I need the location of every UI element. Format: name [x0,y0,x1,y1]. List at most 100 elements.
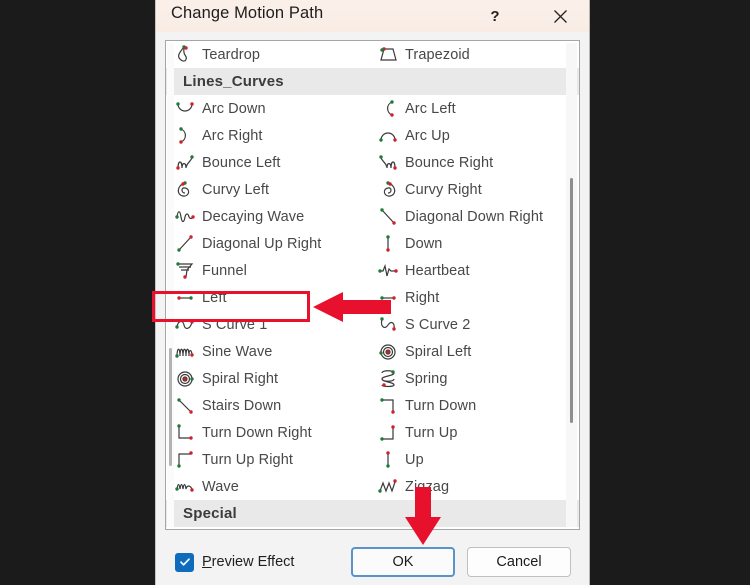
motion-path-item-trapezoid[interactable]: Trapezoid [371,41,576,68]
motion-path-item-curvy-right[interactable]: Curvy Right [371,176,576,203]
dialog-buttons: OK Cancel [351,547,571,577]
motion-path-item-spiral-right[interactable]: Spiral Right [166,365,371,392]
motion-path-item-wave[interactable]: Wave [166,473,371,500]
motion-path-item-turn-down[interactable]: Turn Down [371,392,576,419]
motion-path-item-label: Curvy Right [405,181,482,198]
motion-path-item-label: Diagonal Up Right [202,235,322,252]
motion-path-item-curvy-left[interactable]: Curvy Left [166,176,371,203]
preview-effect-checkbox-row[interactable]: Preview Effect [175,552,294,572]
heartbeat-path-icon [378,263,398,276]
motion-path-item-label: Turn Down [405,397,477,414]
motion-path-item-label: Decaying Wave [202,208,305,225]
spiral-right-path-icon [177,370,194,387]
listbox-scrollbar[interactable] [566,43,577,527]
motion-path-item-diagonal-up-right[interactable]: Diagonal Up Right [166,230,371,257]
table-row: Funnel Heartbeat [166,257,579,284]
motion-path-item-label: Spring [405,370,448,387]
motion-path-item-label: Diagonal Down Right [405,208,544,225]
trapezoid-path-icon [380,46,397,61]
motion-path-item-decaying-wave[interactable]: Decaying Wave [166,203,371,230]
motion-path-item-spring[interactable]: Spring [371,365,576,392]
table-row: S Curve 1 S Curve 2 [166,311,579,338]
motion-path-item-label: Zigzag [405,478,450,495]
motion-path-item-down[interactable]: Down [371,230,576,257]
table-row: Wave Zigzag [166,473,579,500]
motion-path-item-turn-down-right[interactable]: Turn Down Right [166,419,371,446]
s-curve-1-path-icon [175,319,194,329]
s-curve-1-path-icon [173,314,197,336]
motion-path-item-label: Turn Up [405,424,458,441]
motion-path-item-turn-up-right[interactable]: Turn Up Right [166,446,371,473]
motion-path-item-label: S Curve 2 [405,316,471,333]
diagonal-up-right-path-icon [177,234,193,252]
table-row: Spiral Right Spring [166,365,579,392]
motion-path-item-label: Curvy Left [202,181,270,198]
motion-path-item-arc-right[interactable]: Arc Right [166,122,371,149]
preview-effect-accelerator: P [202,554,212,570]
table-row: Left Right [166,284,579,311]
motion-path-item-funnel[interactable]: Funnel [166,257,371,284]
turn-down-right-path-icon [173,422,197,444]
arc-up-path-icon [379,131,397,142]
motion-path-item-label: Arc Down [202,100,266,117]
motion-path-item-s-curve-2[interactable]: S Curve 2 [371,311,576,338]
listbox-scrollbar-thumb[interactable] [570,178,573,423]
motion-path-item-label: Turn Down Right [202,424,312,441]
teardrop-path-icon [173,44,197,66]
stairs-down-path-icon [177,397,193,414]
ok-button[interactable]: OK [351,547,455,577]
spring-path-icon [376,368,400,390]
spiral-right-path-icon [173,368,197,390]
arc-left-path-icon [387,99,394,117]
preview-effect-label: Preview Effect [202,554,294,570]
motion-path-item-turn-up[interactable]: Turn Up [371,419,576,446]
motion-path-item-stairs-down[interactable]: Stairs Down [166,392,371,419]
motion-path-item-sine-wave[interactable]: Sine Wave [166,338,371,365]
motion-path-item-diagonal-down-right[interactable]: Diagonal Down Right [371,203,576,230]
funnel-path-icon [173,260,197,282]
preview-effect-checkbox[interactable] [175,552,194,572]
motion-path-item-label: Wave [202,478,239,495]
motion-path-item-label: Trapezoid [405,46,470,63]
motion-path-item-label: S Curve 1 [202,316,268,333]
motion-path-item-label: Stairs Down [202,397,282,414]
motion-path-item-teardrop[interactable]: Teardrop [166,41,371,68]
motion-path-item-label: Up [405,451,424,468]
stairs-down-path-icon [173,395,197,417]
motion-path-item-heartbeat[interactable]: Heartbeat [371,257,576,284]
arc-down-path-icon [173,98,197,120]
motion-path-item-right[interactable]: Right [371,284,576,311]
motion-path-item-zigzag[interactable]: Zigzag [371,473,576,500]
motion-path-item-arc-left[interactable]: Arc Left [371,95,576,122]
motion-path-item-arc-down[interactable]: Arc Down [166,95,371,122]
close-button[interactable] [543,0,577,32]
zigzag-path-icon [376,476,400,498]
curvy-right-path-icon [383,180,396,197]
table-row: Curvy Left Curvy Right [166,176,579,203]
diagonal-up-right-path-icon [173,233,197,255]
motion-path-item-bounce-left[interactable]: Bounce Left [166,149,371,176]
list-group-header: Lines_Curves [166,68,579,95]
listbox-scrollbar-secondary[interactable] [167,43,174,527]
motion-path-listbox[interactable]: Teardrop Trapezoid Lines_Curves Arc Down Arc… [165,40,580,530]
listbox-scrollbar-secondary-thumb[interactable] [169,348,172,466]
motion-path-item-s-curve-1[interactable]: S Curve 1 [166,311,371,338]
dialog-titlebar: Change Motion Path ? [156,0,589,32]
motion-path-item-left[interactable]: Left [166,284,371,311]
motion-path-item-bounce-right[interactable]: Bounce Right [371,149,576,176]
list-group-header: Special [166,500,579,527]
preview-effect-label-rest: review Effect [211,554,295,570]
turn-down-right-path-icon [177,423,193,440]
motion-path-rows: Teardrop Trapezoid Lines_Curves Arc Down Arc… [166,41,579,527]
down-path-icon [386,234,390,252]
arc-left-path-icon [376,98,400,120]
right-path-icon [380,295,396,300]
motion-path-item-arc-up[interactable]: Arc Up [371,122,576,149]
cancel-button[interactable]: Cancel [467,547,571,577]
motion-path-item-spiral-left[interactable]: Spiral Left [371,338,576,365]
spiral-left-path-icon [376,341,400,363]
motion-path-item-label: Teardrop [202,46,261,63]
help-icon[interactable]: ? [478,0,512,32]
zigzag-path-icon [378,478,397,493]
motion-path-item-up[interactable]: Up [371,446,576,473]
